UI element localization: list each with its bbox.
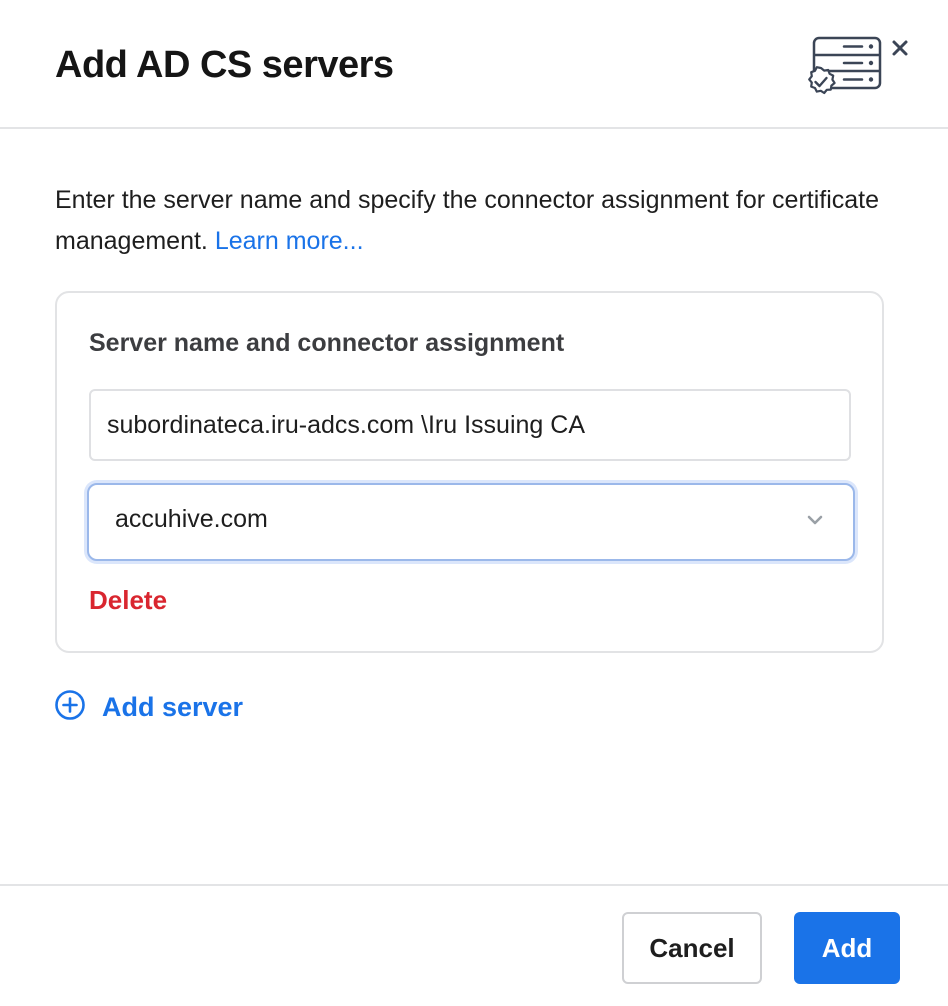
delete-server-button[interactable]: Delete — [89, 585, 167, 616]
learn-more-link[interactable]: Learn more... — [215, 227, 364, 255]
cancel-button[interactable]: Cancel — [622, 912, 762, 984]
server-certificate-icon — [804, 34, 884, 98]
dialog-header: Add AD CS servers — [0, 0, 948, 129]
add-button[interactable]: Add — [794, 912, 900, 984]
connector-selected-value: accuhive.com — [115, 505, 268, 533]
plus-circle-icon — [54, 689, 86, 726]
dialog-body: Enter the server name and specify the co… — [55, 180, 895, 262]
chevron-down-icon — [805, 513, 825, 527]
close-icon[interactable] — [888, 36, 912, 60]
dialog-description: Enter the server name and specify the co… — [55, 180, 895, 262]
description-text: Enter the server name and specify the co… — [55, 186, 880, 255]
connector-select[interactable]: accuhive.com — [87, 483, 855, 561]
add-server-button[interactable]: Add server — [54, 689, 244, 726]
add-server-label: Add server — [102, 691, 244, 722]
server-entry-card: Server name and connector assignment acc… — [55, 291, 884, 653]
add-adcs-servers-dialog: Add AD CS servers Enter the server name … — [0, 0, 948, 1006]
dialog-title: Add AD CS servers — [55, 44, 394, 86]
dialog-footer: Cancel Add — [0, 884, 948, 1006]
server-section-label: Server name and connector assignment — [89, 329, 565, 357]
server-name-input[interactable] — [89, 389, 851, 461]
